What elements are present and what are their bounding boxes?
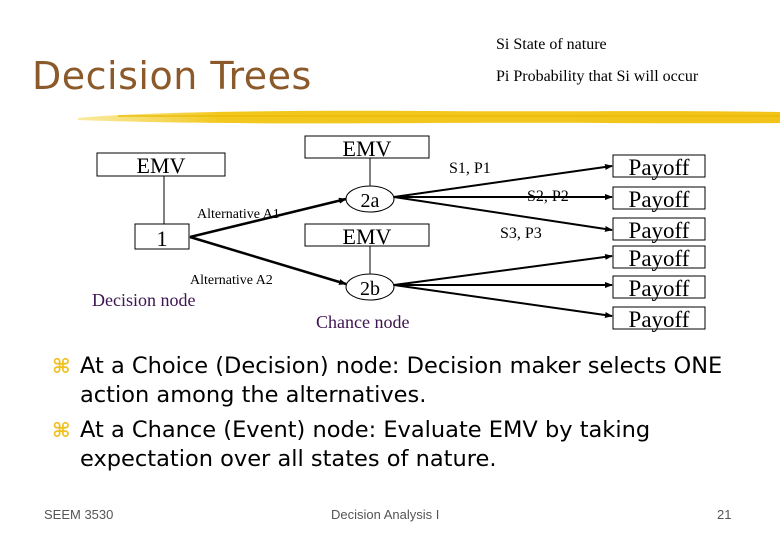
chance-node-label-2b: 2b: [360, 278, 380, 300]
payoff-label: Payoff: [629, 276, 690, 301]
payoff-label: Payoff: [629, 307, 690, 332]
state-branch-2b-s3: [393, 284, 613, 318]
chance-node-caption: Chance node: [316, 312, 409, 332]
state-branch-2a-s1: [393, 164, 613, 198]
chance-emv-box-2a: EMV: [304, 135, 430, 161]
payoff-box: Payoff: [612, 154, 706, 180]
chance-emv-label-2a: EMV: [343, 136, 392, 161]
payoff-box: Payoff: [612, 306, 706, 332]
state-label-s3: S3, P3: [500, 225, 542, 242]
payoff-label: Payoff: [629, 246, 690, 271]
bullet-text: At a Chance (Event) node: Evaluate EMV b…: [80, 417, 651, 472]
chance-node-2a: 2a: [345, 185, 395, 213]
decision-node: 1: [134, 223, 190, 251]
payoff-box: Payoff: [612, 186, 706, 212]
bullet-item: ⌘ At a Choice (Decision) node: Decision …: [52, 352, 772, 410]
z-bullet-icon: ⌘: [52, 418, 71, 442]
payoff-label: Payoff: [629, 218, 690, 243]
bullet-item: ⌘ At a Chance (Event) node: Evaluate EMV…: [52, 416, 772, 474]
state-branch-2b-s1: [393, 253, 613, 286]
footer-course: SEEM 3530: [44, 507, 114, 522]
z-bullet-icon: ⌘: [52, 354, 71, 378]
chance-emv-label-2b: EMV: [343, 224, 392, 249]
bullet-list: ⌘ At a Choice (Decision) node: Decision …: [52, 352, 772, 480]
decision-emv-label: EMV: [137, 153, 186, 178]
payoff-box: Payoff: [612, 245, 706, 271]
payoff-box: Payoff: [612, 217, 706, 243]
payoff-box: Payoff: [612, 275, 706, 301]
alternative-a2-label: Alternative A2: [190, 273, 273, 288]
alternative-a1-label: Alternative A1: [197, 207, 280, 222]
footer-page-number: 21: [717, 507, 732, 522]
footer-topic: Decision Analysis I: [331, 507, 440, 522]
decision-emv-box: EMV: [96, 152, 226, 178]
chance-emv-box-2b: EMV: [304, 223, 430, 249]
chance-node-label-2a: 2a: [361, 190, 380, 212]
decision-node-label: 1: [157, 226, 168, 251]
payoff-label: Payoff: [629, 155, 690, 180]
chance-node-2b: 2b: [345, 273, 395, 301]
decision-node-caption: Decision node: [92, 290, 195, 310]
state-label-s1: S1, P1: [449, 160, 491, 177]
state-label-s2: S2, P2: [527, 188, 569, 205]
bullet-text: At a Choice (Decision) node: Decision ma…: [80, 353, 723, 408]
payoff-label: Payoff: [629, 187, 690, 212]
